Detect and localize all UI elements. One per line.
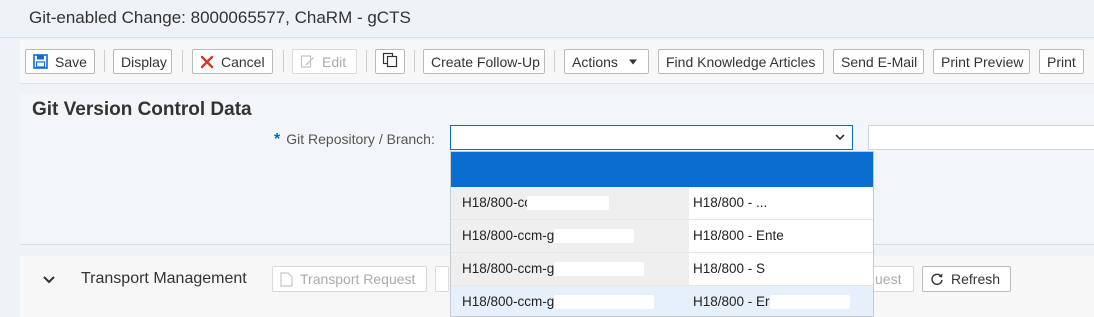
- document-icon: [280, 271, 293, 287]
- request-label: uest: [875, 271, 902, 287]
- edit-label: Edit: [322, 53, 347, 70]
- description-field: [868, 125, 1094, 150]
- redaction-mask: [767, 196, 830, 211]
- list-item-selected[interactable]: H18/800-ccm-g H18/800 - Er: [451, 286, 873, 316]
- toolbar-separator: [104, 50, 105, 72]
- option-repository: H18/800-ccm-g: [462, 261, 555, 276]
- refresh-label: Refresh: [951, 271, 1001, 287]
- section-heading: Git Version Control Data: [32, 99, 252, 120]
- print-label: Print: [1047, 53, 1076, 70]
- create-follow-up-label: Create Follow-Up: [431, 53, 540, 70]
- transport-request-label: Transport Request: [300, 271, 416, 287]
- find-knowledge-articles-button[interactable]: Find Knowledge Articles: [658, 49, 824, 74]
- actions-button[interactable]: Actions: [564, 49, 649, 74]
- copy-button[interactable]: [375, 49, 405, 74]
- toolbar-separator: [414, 50, 415, 72]
- redaction-mask: [554, 295, 655, 310]
- actions-label: Actions: [572, 53, 618, 70]
- redaction-mask: [554, 262, 645, 277]
- send-email-label: Send E-Mail: [841, 53, 918, 70]
- send-email-button[interactable]: Send E-Mail: [833, 49, 924, 74]
- copy-icon: [382, 52, 398, 71]
- git-repository-branch-select[interactable]: [450, 125, 853, 150]
- list-item[interactable]: H18/800-cc H18/800 - ...: [451, 187, 873, 220]
- toolbar-separator: [554, 50, 555, 72]
- option-description: H18/800 - Er: [693, 294, 770, 309]
- edit-icon: [300, 54, 315, 69]
- display-button[interactable]: Display: [113, 49, 172, 74]
- toolbar-separator: [366, 50, 367, 72]
- chevron-down-icon: [834, 130, 846, 146]
- display-label: Display: [121, 53, 167, 70]
- git-repository-branch-label: * Git Repository / Branch:: [274, 131, 435, 149]
- find-knowledge-label: Find Knowledge Articles: [666, 53, 816, 70]
- dropdown-empty-option[interactable]: [451, 152, 873, 187]
- print-preview-button[interactable]: Print Preview: [933, 49, 1030, 74]
- print-preview-label: Print Preview: [941, 53, 1024, 70]
- save-button[interactable]: Save: [25, 49, 95, 74]
- cancel-label: Cancel: [221, 53, 265, 70]
- main-toolbar: Save Display Cancel Edit Create Follow-U…: [20, 40, 1094, 84]
- toolbar-separator: [283, 50, 284, 72]
- page-title: Git-enabled Change: 8000065577, ChaRM - …: [29, 8, 411, 27]
- required-marker: *: [274, 131, 281, 148]
- edit-button[interactable]: Edit: [292, 49, 357, 74]
- transport-management-title: Transport Management: [81, 270, 247, 287]
- redaction-mask: [765, 262, 844, 277]
- transport-request-button[interactable]: Transport Request: [272, 266, 427, 292]
- git-repository-dropdown-list: H18/800-cc H18/800 - ... H18/800-ccm-g H…: [450, 151, 874, 317]
- cancel-button[interactable]: Cancel: [192, 49, 273, 74]
- option-description: H18/800 - S: [693, 261, 766, 276]
- toolbar-separator: [182, 50, 183, 72]
- redaction-mask: [769, 295, 850, 310]
- redaction-mask: [527, 196, 610, 211]
- list-item[interactable]: H18/800-ccm-g H18/800 - Ente: [451, 220, 873, 253]
- create-follow-up-button[interactable]: Create Follow-Up: [423, 49, 545, 74]
- field-label: Git Repository / Branch:: [286, 131, 435, 147]
- save-icon: [33, 54, 48, 69]
- redaction-mask: [554, 229, 635, 244]
- print-button[interactable]: Print: [1039, 49, 1084, 74]
- refresh-icon: [930, 272, 944, 286]
- option-description: H18/800 - Ente: [693, 228, 784, 243]
- option-description: H18/800 - ...: [693, 195, 768, 210]
- close-icon: [200, 55, 214, 69]
- refresh-button[interactable]: Refresh: [922, 266, 1011, 292]
- title-bar: Git-enabled Change: 8000065577, ChaRM - …: [0, 0, 1094, 38]
- redaction-mask: [783, 229, 824, 244]
- option-repository: H18/800-ccm-g: [462, 228, 555, 243]
- list-item[interactable]: H18/800-ccm-g H18/800 - S: [451, 253, 873, 286]
- transport-action-button[interactable]: [435, 266, 449, 292]
- option-repository: H18/800-cc: [462, 195, 532, 210]
- chevron-down-icon[interactable]: [42, 272, 56, 288]
- save-label: Save: [55, 53, 87, 70]
- option-repository: H18/800-ccm-g: [462, 294, 555, 309]
- caret-down-icon: [628, 59, 638, 65]
